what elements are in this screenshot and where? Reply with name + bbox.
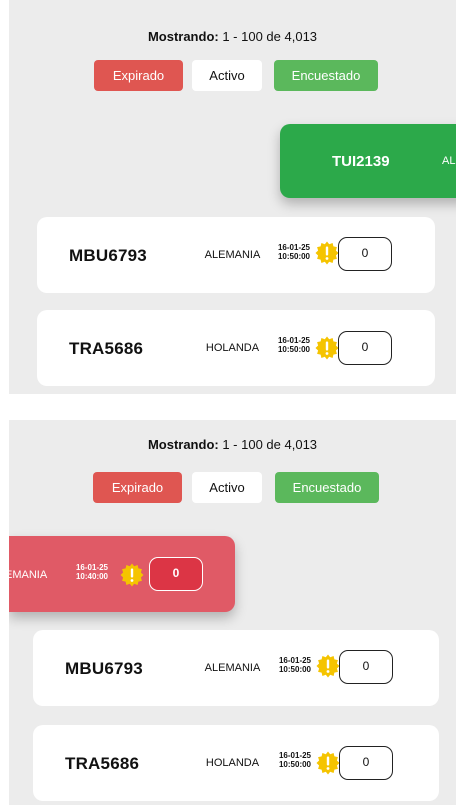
count-field[interactable]: 0: [339, 650, 393, 684]
time-text: 10:50:00: [277, 345, 311, 354]
date-text: 16-01-25: [277, 243, 311, 252]
filter-expired-button[interactable]: Expirado: [94, 60, 183, 91]
filter-expired-button[interactable]: Expirado: [93, 472, 182, 503]
timestamp: 16-01-25 10:50:00: [276, 751, 314, 769]
timestamp: 16-01-25 10:50:00: [275, 243, 313, 261]
showing-label: Mostrando:: [147, 437, 219, 452]
count-field[interactable]: 0: [338, 331, 392, 365]
timestamp: 16-01-25 10:40:00: [73, 563, 111, 581]
country-label: HOLANDA: [205, 342, 260, 354]
timestamp: 16-01-25 10:50:00: [276, 656, 314, 674]
country-label: EMANIA: [9, 569, 48, 581]
showing-range: 1 - 100 de 4,013: [222, 437, 318, 452]
warning-icon: [315, 241, 339, 265]
time-text: 10:50:00: [278, 760, 312, 769]
time-text: 10:50:00: [278, 665, 312, 674]
showing-range: 1 - 100 de 4,013: [222, 29, 318, 44]
date-text: 16-01-25: [278, 656, 312, 665]
flight-code: MBU6793: [65, 659, 143, 678]
results-count: Mostrando: 1 - 100 de 4,013: [9, 29, 456, 44]
list-panel-bottom: Mostrando: 1 - 100 de 4,013 Expirado Act…: [9, 420, 456, 805]
country-label: ALEMANIA: [204, 662, 261, 674]
list-item[interactable]: MBU6793 ALEMANIA 16-01-25 10:50:00 0: [33, 630, 439, 706]
country-label: ALEMANIA: [204, 249, 261, 261]
time-text: 10:50:00: [277, 252, 311, 261]
count-field[interactable]: 0: [339, 746, 393, 780]
country-label: HOLANDA: [205, 757, 260, 769]
flight-code: TUI2139: [332, 153, 390, 170]
flight-code: TRA5686: [65, 754, 140, 773]
flight-code: TRA5686: [69, 339, 144, 358]
count-field[interactable]: 0: [338, 237, 392, 271]
showing-label: Mostrando:: [147, 29, 219, 44]
date-text: 16-01-25: [278, 751, 312, 760]
filter-active-button[interactable]: Activo: [192, 472, 262, 503]
list-item[interactable]: TRA5686 HOLANDA 16-01-25 10:50:00 0: [33, 725, 439, 801]
count-field[interactable]: 0: [149, 557, 203, 591]
list-item[interactable]: MBU6793 ALEMANIA 16-01-25 10:50:00 0: [37, 217, 435, 293]
list-panel-top: Mostrando: 1 - 100 de 4,013 Expirado Act…: [9, 0, 456, 394]
warning-icon: [120, 563, 144, 587]
filter-surveyed-button[interactable]: Encuestado: [275, 472, 379, 503]
results-count: Mostrando: 1 - 100 de 4,013: [9, 437, 456, 452]
swiped-card-expired[interactable]: EMANIA 16-01-25 10:40:00 0: [9, 536, 235, 612]
filter-active-button[interactable]: Activo: [192, 60, 262, 91]
time-text: 10:40:00: [75, 572, 109, 581]
timestamp: 16-01-25 10:50:00: [275, 336, 313, 354]
date-text: 16-01-25: [277, 336, 311, 345]
warning-icon: [316, 751, 340, 775]
flight-code: MBU6793: [69, 246, 147, 265]
country-label: AL: [442, 155, 456, 167]
list-item[interactable]: TRA5686 HOLANDA 16-01-25 10:50:00 0: [37, 310, 435, 386]
warning-icon: [316, 654, 340, 678]
swiped-card-surveyed[interactable]: TUI2139 AL: [280, 124, 456, 198]
warning-icon: [315, 336, 339, 360]
date-text: 16-01-25: [75, 563, 109, 572]
filter-surveyed-button[interactable]: Encuestado: [274, 60, 378, 91]
